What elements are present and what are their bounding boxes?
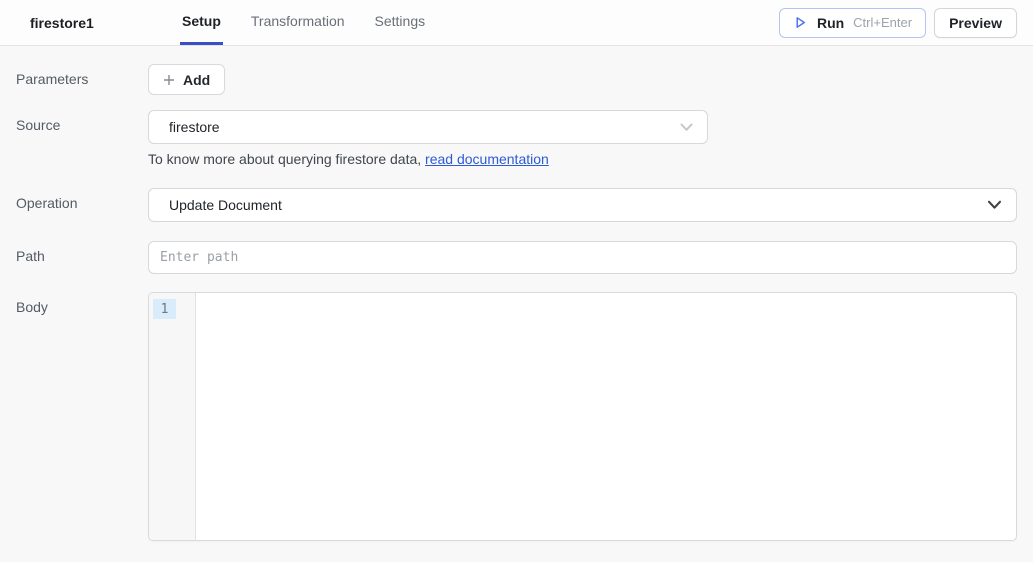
- add-button-label: Add: [183, 71, 211, 88]
- play-icon: [793, 15, 808, 30]
- body-code-editor[interactable]: 1: [148, 292, 1017, 541]
- body-row: Body 1: [16, 292, 1017, 541]
- read-documentation-link[interactable]: read documentation: [425, 151, 549, 167]
- operation-row: Operation Update Document: [16, 188, 1017, 222]
- plus-icon: [163, 74, 175, 86]
- helper-text: To know more about querying firestore da…: [148, 151, 426, 167]
- chevron-down-icon: [987, 200, 1002, 210]
- editor-code-area[interactable]: [196, 293, 1016, 540]
- operation-selected-value: Update Document: [169, 197, 282, 213]
- operation-label: Operation: [16, 195, 78, 211]
- tab-transformation[interactable]: Transformation: [249, 0, 347, 45]
- path-input[interactable]: [148, 241, 1017, 274]
- parameters-label: Parameters: [16, 71, 89, 87]
- query-editor-header: firestore1 Setup Transformation Settings…: [0, 0, 1033, 46]
- add-parameter-button[interactable]: Add: [148, 64, 226, 95]
- source-helper-text: To know more about querying firestore da…: [148, 151, 708, 167]
- source-select[interactable]: firestore: [148, 110, 708, 144]
- run-button-label: Run: [816, 14, 845, 31]
- source-selected-value: firestore: [169, 119, 220, 135]
- source-row: Source firestore To know more about quer…: [16, 110, 1017, 167]
- header-actions: Run Ctrl+Enter Preview: [778, 0, 1033, 45]
- parameters-row: Parameters Add: [16, 64, 1017, 95]
- tab-bar: Setup Transformation Settings: [180, 0, 427, 45]
- tab-setup[interactable]: Setup: [180, 0, 223, 45]
- path-row: Path: [16, 241, 1017, 274]
- chevron-down-icon: [680, 123, 693, 132]
- operation-select[interactable]: Update Document: [148, 188, 1017, 222]
- preview-button[interactable]: Preview: [934, 7, 1017, 38]
- editor-line-gutter: 1: [149, 293, 196, 540]
- path-label: Path: [16, 248, 45, 264]
- source-label: Source: [16, 117, 61, 133]
- tab-settings[interactable]: Settings: [373, 0, 428, 45]
- body-label: Body: [16, 299, 48, 315]
- line-number: 1: [153, 299, 176, 319]
- run-shortcut-hint: Ctrl+Enter: [853, 15, 913, 30]
- run-button[interactable]: Run Ctrl+Enter: [778, 7, 927, 38]
- setup-form: Parameters Add Source firestore To know …: [0, 46, 1033, 541]
- query-title: firestore1: [30, 14, 94, 31]
